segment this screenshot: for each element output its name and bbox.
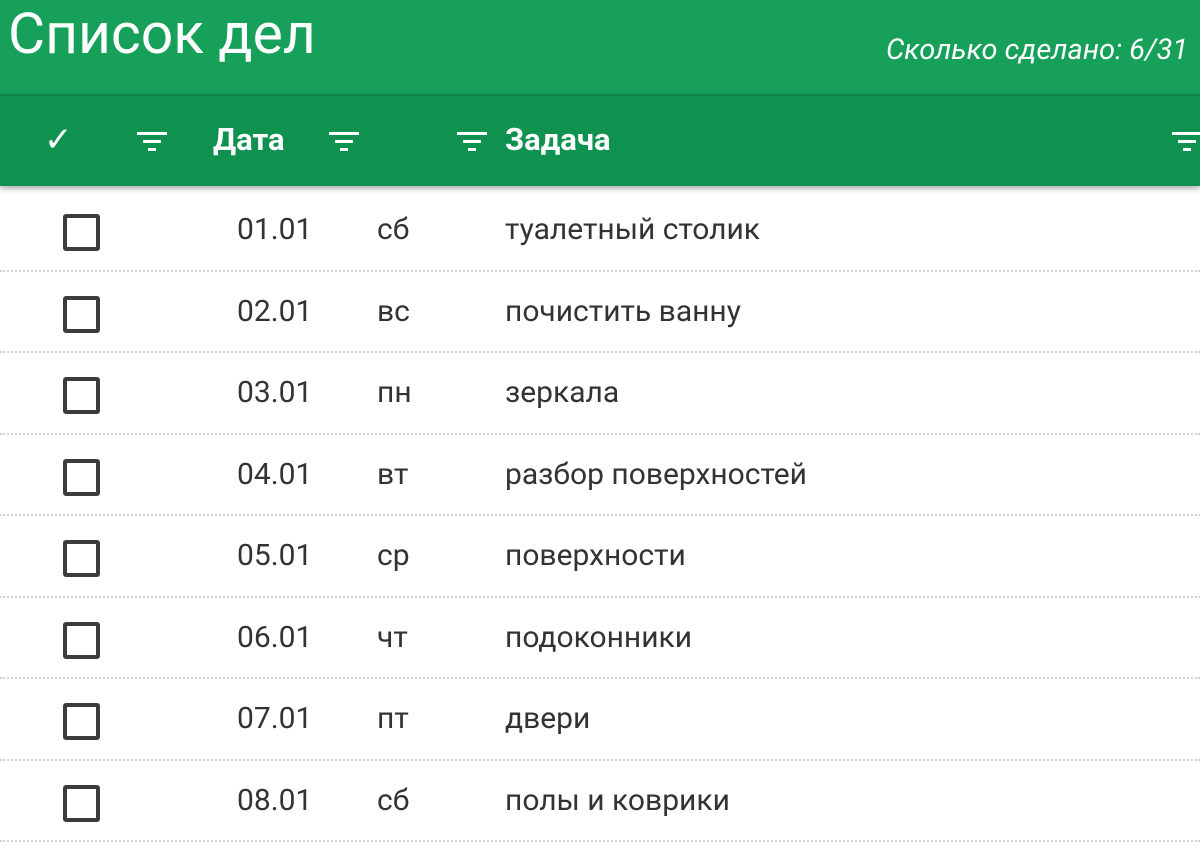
table-row: 07.01 пт двери bbox=[0, 679, 1200, 761]
row-date: 03.01 bbox=[237, 375, 313, 410]
row-weekday: пт bbox=[377, 701, 409, 736]
table-row: 03.01 пн зеркала bbox=[0, 353, 1200, 435]
done-checkbox[interactable] bbox=[63, 784, 100, 822]
row-weekday: пн bbox=[377, 375, 412, 410]
progress-counter: Сколько сделано: 6/31 bbox=[886, 33, 1189, 67]
app-title: Список дел bbox=[8, 0, 316, 67]
column-header-task[interactable]: Задача bbox=[505, 96, 611, 186]
row-task[interactable]: поверхности bbox=[505, 516, 686, 596]
row-weekday: вт bbox=[377, 456, 409, 492]
done-checkbox[interactable] bbox=[63, 458, 100, 496]
filter-icon[interactable] bbox=[457, 132, 487, 152]
table-row: 05.01 ср поверхности bbox=[0, 516, 1200, 598]
row-weekday: вс bbox=[377, 293, 410, 329]
done-checkbox[interactable] bbox=[63, 703, 100, 740]
row-task[interactable]: подоконники bbox=[505, 598, 692, 678]
table-row: 02.01 вс почистить ванну bbox=[0, 272, 1200, 353]
row-task[interactable]: туалетный столик bbox=[505, 190, 760, 270]
row-weekday: сб bbox=[377, 212, 410, 247]
column-header-date[interactable]: Дата bbox=[213, 96, 285, 186]
filter-icon[interactable] bbox=[1172, 132, 1200, 152]
done-checkbox[interactable] bbox=[63, 295, 100, 333]
row-date: 05.01 bbox=[237, 538, 313, 573]
row-weekday: чт bbox=[377, 619, 408, 655]
column-header-bar: ✓ Дата Задача bbox=[0, 94, 1200, 186]
table-row: 06.01 чт подоконники bbox=[0, 598, 1200, 679]
task-list: 01.01 сб туалетный столик 02.01 вс почис… bbox=[0, 190, 1200, 842]
done-checkbox[interactable] bbox=[63, 214, 100, 251]
row-date: 07.01 bbox=[237, 701, 313, 736]
done-checkbox[interactable] bbox=[63, 540, 100, 577]
row-task[interactable]: двери bbox=[505, 679, 590, 759]
row-task[interactable]: разбор поверхностей bbox=[505, 435, 807, 515]
row-date: 08.01 bbox=[237, 782, 313, 818]
row-weekday: ср bbox=[377, 538, 410, 573]
row-date: 04.01 bbox=[237, 456, 313, 492]
row-date: 02.01 bbox=[237, 293, 313, 329]
table-row: 01.01 сб туалетный столик bbox=[0, 190, 1200, 272]
row-task[interactable]: почистить ванну bbox=[505, 272, 741, 352]
row-task[interactable]: полы и коврики bbox=[505, 761, 730, 841]
table-row: 04.01 вт разбор поверхностей bbox=[0, 435, 1200, 516]
filter-icon[interactable] bbox=[137, 132, 167, 152]
done-checkbox[interactable] bbox=[63, 377, 100, 414]
row-weekday: сб bbox=[377, 782, 410, 818]
column-header-done[interactable]: ✓ bbox=[44, 96, 73, 186]
row-date: 06.01 bbox=[237, 619, 313, 655]
title-bar: Список дел Сколько сделано: 6/31 bbox=[0, 0, 1200, 94]
filter-icon[interactable] bbox=[329, 132, 359, 152]
done-checkbox[interactable] bbox=[63, 621, 100, 659]
row-date: 01.01 bbox=[237, 212, 313, 247]
todo-app: Список дел Сколько сделано: 6/31 ✓ Дата … bbox=[0, 0, 1200, 858]
table-row: 08.01 сб полы и коврики bbox=[0, 761, 1200, 842]
row-task[interactable]: зеркала bbox=[505, 353, 619, 433]
